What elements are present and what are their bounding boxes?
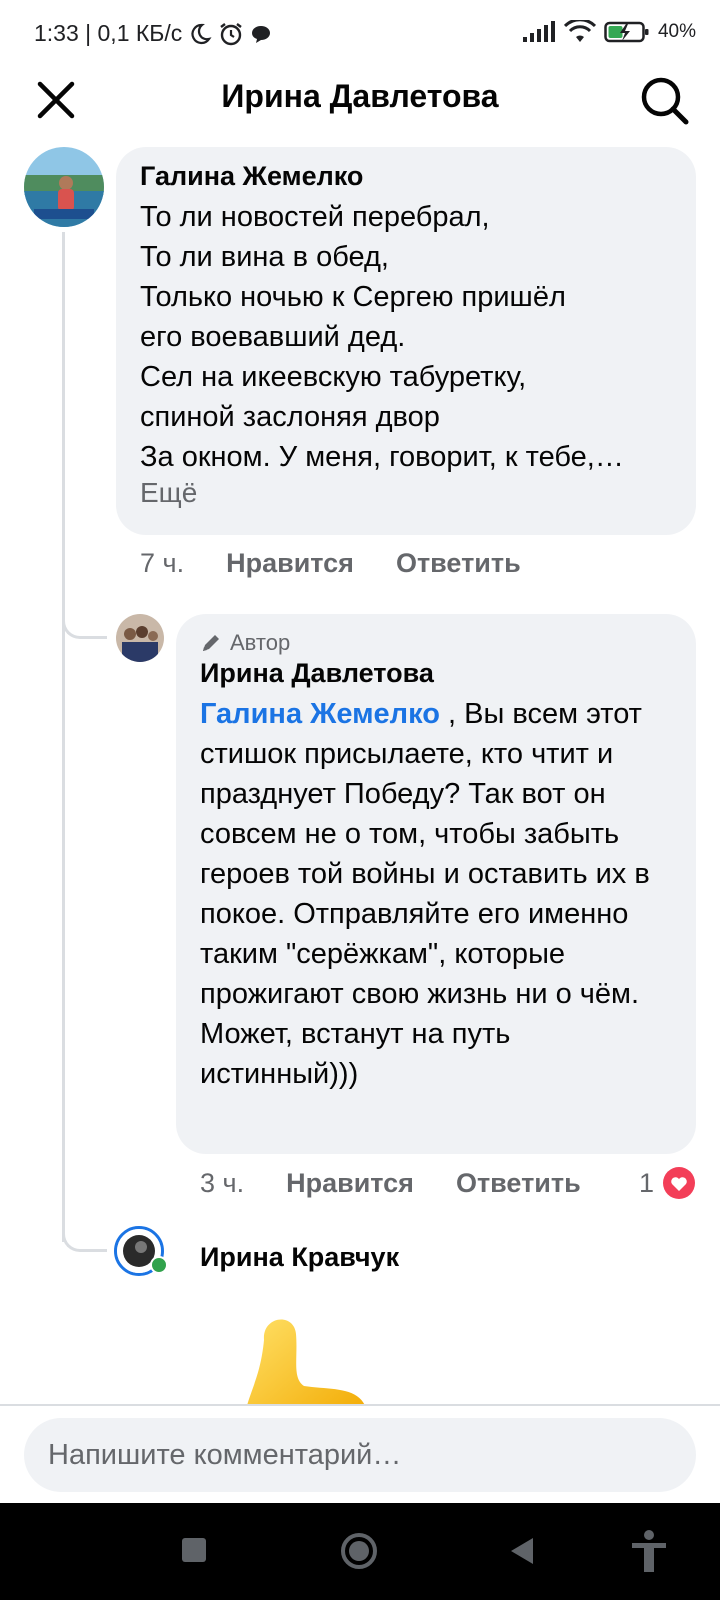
search-button[interactable] xyxy=(638,74,690,126)
status-time-info: 1:33 | 0,1 КБ/с xyxy=(34,20,183,46)
battery-icon xyxy=(604,21,649,43)
online-indicator xyxy=(150,1256,168,1274)
search-icon xyxy=(641,77,689,125)
comment-bubble: Галина Жемелко То ли новостей перебрал, … xyxy=(116,147,696,535)
author-badge: Автор xyxy=(200,630,290,656)
comment-bubble: Автор Ирина Давлетова Галина Жемелко , В… xyxy=(176,614,696,1154)
comment-author[interactable]: Галина Жемелко xyxy=(140,161,363,192)
comment-actions: 7 ч. Нравится Ответить xyxy=(140,548,521,579)
composer-divider xyxy=(0,1404,720,1406)
thread-line xyxy=(62,232,65,1242)
moon-icon xyxy=(191,23,212,44)
pencil-icon xyxy=(203,635,219,651)
reactions[interactable]: 1 xyxy=(639,1166,696,1200)
mention-link[interactable]: Галина Жемелко xyxy=(200,698,440,730)
signal-icon xyxy=(522,21,555,42)
status-left: 1:33 | 0,1 КБ/с xyxy=(34,20,272,47)
comment-composer xyxy=(24,1418,696,1492)
status-right: 40% xyxy=(522,20,696,44)
reply-button[interactable]: Ответить xyxy=(396,548,521,579)
status-bar: 1:33 | 0,1 КБ/с 40% xyxy=(0,0,720,68)
chat-bubble-icon xyxy=(252,25,271,43)
page-title: Ирина Давлетова xyxy=(221,78,499,114)
home-icon[interactable] xyxy=(340,1532,378,1570)
alarm-icon xyxy=(220,22,242,45)
comment-author[interactable]: Ирина Давлетова xyxy=(200,658,434,689)
comment-actions: 3 ч. Нравится Ответить 1 xyxy=(200,1166,696,1200)
sticker-image xyxy=(240,1312,380,1404)
see-more-link[interactable]: Ещё xyxy=(140,477,197,509)
heart-reaction-icon xyxy=(663,1167,695,1199)
thread-branch-2 xyxy=(62,1180,107,1252)
avatar[interactable] xyxy=(116,614,164,662)
like-button[interactable]: Нравится xyxy=(286,1168,414,1199)
comment-time: 7 ч. xyxy=(140,548,185,578)
comment-author[interactable]: Ирина Кравчук xyxy=(200,1242,399,1273)
comment-time: 3 ч. xyxy=(200,1167,245,1198)
reaction-count: 1 xyxy=(638,1167,654,1198)
recents-icon[interactable] xyxy=(181,1537,207,1563)
wifi-icon xyxy=(563,20,596,42)
thread-branch-1 xyxy=(62,560,107,639)
reply-button[interactable]: Ответить xyxy=(456,1168,581,1199)
avatar-photo xyxy=(116,614,164,662)
avatar[interactable] xyxy=(24,147,104,227)
comment-text: То ли новостей перебрал, То ли вина в об… xyxy=(140,201,624,473)
system-nav-bar xyxy=(0,1503,720,1600)
back-icon[interactable] xyxy=(508,1536,536,1566)
comment-input[interactable] xyxy=(24,1418,692,1492)
avatar-photo xyxy=(24,147,104,227)
battery-percent: 40% xyxy=(657,21,696,42)
like-button[interactable]: Нравится xyxy=(226,548,354,579)
comment-text: Галина Жемелко , Вы всем этот стишок при… xyxy=(200,698,650,1090)
accessibility-icon[interactable] xyxy=(630,1529,668,1573)
